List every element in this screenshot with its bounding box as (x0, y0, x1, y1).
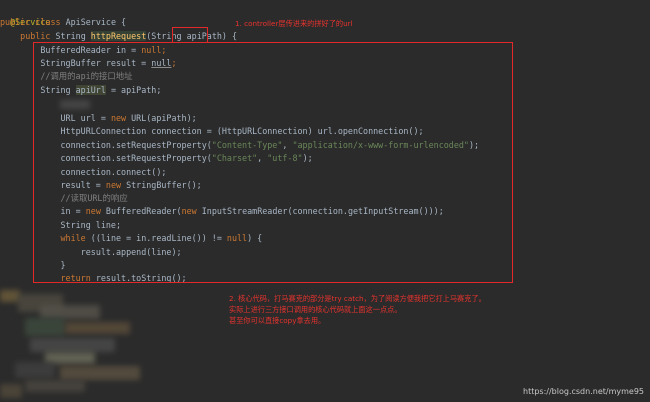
string-literal: "Charset" (211, 153, 258, 163)
null-keyword: null (141, 45, 162, 55)
code-line-19: } (0, 259, 650, 272)
code-line-15: in = new BufferedReader(new InputStreamR… (0, 205, 650, 218)
code-text: } (60, 260, 66, 270)
keyword-public: public (0, 17, 31, 27)
watermark: https://blog.csdn.net/myme95 (523, 387, 644, 396)
code-text: result = (60, 180, 106, 190)
code-line-6: //调用的api的接口地址 (0, 70, 650, 83)
param-open: (String (146, 31, 187, 41)
comment: //调用的api的接口地址 (40, 71, 133, 81)
code-text: result.append(line); (80, 247, 182, 257)
code-text: connection.connect(); (60, 167, 167, 177)
code-line-12: connection.connect(); (0, 166, 650, 179)
null-keyword: null (151, 58, 172, 68)
code-text: HttpURLConnection connection = (HttpURLC… (60, 126, 424, 136)
code-line-5: StringBuffer result = null; (0, 57, 650, 70)
code-text: ) { (247, 233, 263, 243)
code-text: ((line = in.readLine()) != (85, 233, 227, 243)
code-line-16: String line; (0, 219, 650, 232)
class-name: ApiService { (65, 17, 127, 27)
code-line-9: HttpURLConnection connection = (HttpURLC… (0, 125, 650, 138)
while-keyword: while (60, 233, 86, 243)
param-close: ) { (221, 31, 238, 41)
code-text: , (282, 140, 293, 150)
return-type: String (55, 31, 86, 41)
unused-variable: apiUrl (75, 85, 106, 95)
code-line-4: BufferedReader in = null; (0, 44, 650, 57)
code-line-11: connection.setRequestProperty("Charset",… (0, 152, 650, 165)
code-text: BufferedReader in = (40, 45, 142, 55)
code-line-8: URL url = new URL(apiPath); (0, 112, 650, 125)
code-text: connection.setRequestProperty( (60, 140, 212, 150)
code-line-3: public String httpRequest(String apiPath… (0, 30, 650, 43)
new-keyword: new (181, 206, 197, 216)
annotation-note-2-line-1: 2. 核心代码，打马赛克的部分是try catch，为了阅读方便我把它打上马赛克… (229, 294, 486, 303)
method-name: httpRequest (90, 31, 147, 41)
code-text: ); (302, 153, 313, 163)
null-keyword: null (226, 233, 248, 243)
param-name: apiPath (186, 31, 222, 41)
code-text: connection.setRequestProperty( (60, 153, 212, 163)
code-text: BufferedReader( (100, 206, 182, 216)
comment: //读取URL的响应 (60, 193, 128, 203)
mosaic-block (60, 100, 90, 109)
annotation-note-1: 1. controller层传进来的拼好了的url (235, 19, 353, 28)
code-text: URL(apiPath); (126, 113, 197, 123)
code-line-20: return result.toString(); (0, 272, 650, 285)
code-line-13: result = new StringBuffer(); (0, 179, 650, 192)
code-line-7: String apiUrl = apiPath; (0, 84, 650, 97)
code-text: = apiPath; (105, 85, 162, 95)
string-literal: "Content-Type" (211, 140, 283, 150)
string-literal: "application/x-www-form-urlencoded" (292, 140, 469, 150)
code-text: in = (60, 206, 86, 216)
code-text: StringBuffer(); (121, 180, 202, 190)
new-keyword: new (105, 180, 122, 190)
code-line-1: @Service (0, 3, 650, 27)
string-literal: "utf-8" (267, 153, 303, 163)
code-line-18: result.append(line); (0, 246, 650, 259)
keyword-public: public (20, 31, 51, 41)
code-line-17: while ((line = in.readLine()) != null) { (0, 232, 650, 245)
code-text: InputStreamReader(connection.getInputStr… (196, 206, 444, 216)
code-text: String (40, 85, 76, 95)
semicolon: ; (161, 45, 167, 55)
code-text: URL url = (60, 113, 111, 123)
annotation-note-2-line-3: 甚至你可以直接copy拿去用。 (229, 316, 326, 325)
new-keyword: new (110, 113, 127, 123)
code-line-10: connection.setRequestProperty("Content-T… (0, 139, 650, 152)
code-line-14: //读取URL的响应 (0, 192, 650, 205)
annotation-note-2-line-2: 实际上进行三方接口调用的核心代码就上面这一点点。 (229, 305, 402, 314)
code-text: result.toString(); (90, 273, 187, 283)
code-text: StringBuffer result = (40, 58, 152, 68)
code-text: ); (468, 140, 480, 150)
return-keyword: return (60, 273, 91, 283)
code-text: , (257, 153, 268, 163)
semicolon: ; (171, 58, 177, 68)
keyword-class: class (35, 17, 61, 27)
code-text: String line; (60, 220, 122, 230)
new-keyword: new (85, 206, 101, 216)
